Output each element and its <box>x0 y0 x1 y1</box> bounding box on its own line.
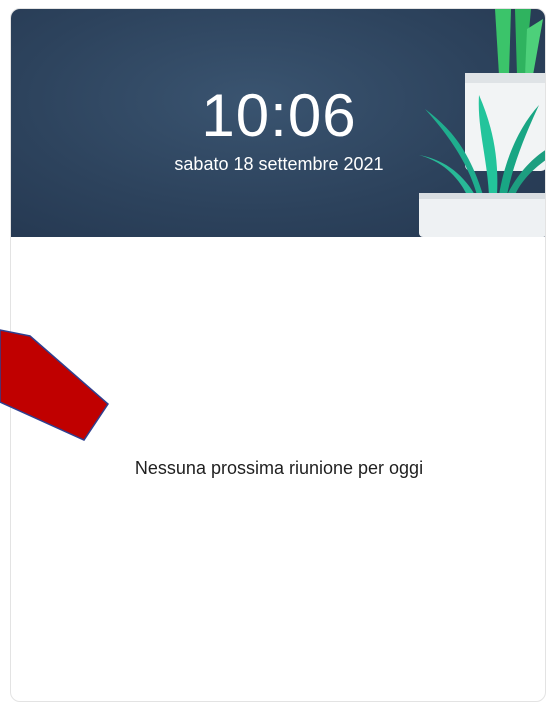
no-meetings-message: Nessuna prossima riunione per oggi <box>134 458 424 478</box>
current-time: 10:06 <box>201 82 357 149</box>
widget-header: 10:06 sabato 18 settembre 2021 <box>11 9 545 237</box>
current-date: sabato 18 settembre 2021 <box>174 154 384 174</box>
calendar-widget-card: 10:06 sabato 18 settembre 2021 Nessuna p… <box>10 8 546 702</box>
